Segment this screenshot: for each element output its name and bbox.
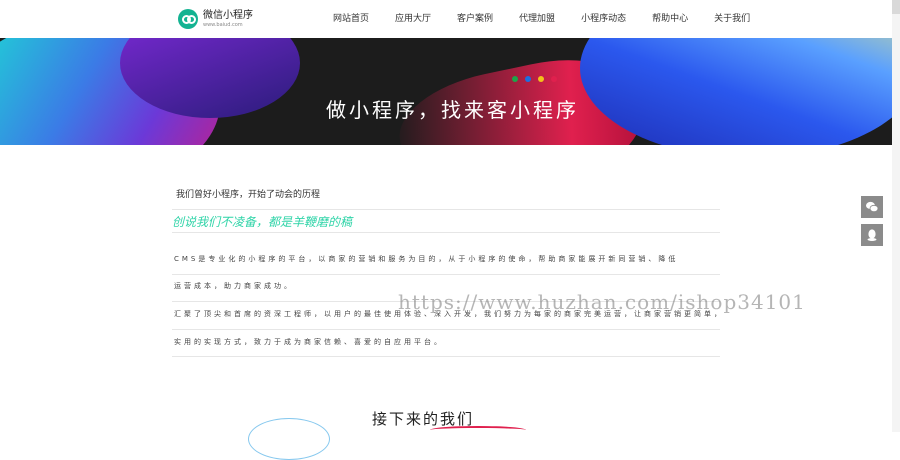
wechat-icon bbox=[866, 201, 879, 213]
qq-button[interactable] bbox=[861, 224, 883, 246]
decorative-circle bbox=[248, 418, 330, 460]
title-underline bbox=[430, 426, 526, 434]
wechat-button[interactable] bbox=[861, 196, 883, 218]
carousel-dot[interactable] bbox=[551, 76, 557, 82]
paragraph-line: 运营成本，助力商家成功。 bbox=[174, 282, 294, 290]
main-nav: 网站首页 应用大厅 客户案例 代理加盟 小程序动态 帮助中心 关于我们 bbox=[320, 0, 763, 38]
site-header: 微信小程序 www.baiud.com 网站首页 应用大厅 客户案例 代理加盟 … bbox=[0, 0, 900, 38]
section-subtitle: 创说我们不凌备，都是羊鞭磨的稿 bbox=[172, 215, 353, 229]
logo-text: 微信小程序 www.baiud.com bbox=[203, 9, 253, 28]
divider bbox=[172, 209, 720, 210]
banner-title: 做小程序，找来客小程序 bbox=[326, 98, 579, 122]
hero-banner: 做小程序，找来客小程序 bbox=[0, 38, 892, 145]
paragraph-line: 实用的实现方式，致力于成为商家信赖、喜爱的自应用平台。 bbox=[174, 338, 444, 346]
scrollbar[interactable] bbox=[892, 0, 900, 432]
nav-item-home[interactable]: 网站首页 bbox=[320, 0, 382, 38]
paragraph-line: CMS是专业化的小程序的平台，以商家的营销和服务为目的，从于小程序的使命，帮助商… bbox=[174, 255, 679, 263]
intro-text: 我们曾好小程序，开始了动会的历程 bbox=[176, 190, 321, 200]
nav-item-news[interactable]: 小程序动态 bbox=[568, 0, 639, 38]
carousel-dot[interactable] bbox=[525, 76, 531, 82]
qq-icon bbox=[867, 229, 877, 241]
carousel-dot[interactable] bbox=[512, 76, 518, 82]
nav-item-agency[interactable]: 代理加盟 bbox=[506, 0, 568, 38]
divider bbox=[172, 329, 720, 330]
watermark: https://www.huzhan.com/ishop34101 bbox=[398, 290, 806, 314]
nav-item-about[interactable]: 关于我们 bbox=[701, 0, 763, 38]
logo-url: www.baiud.com bbox=[203, 21, 243, 28]
nav-item-help[interactable]: 帮助中心 bbox=[639, 0, 701, 38]
nav-item-app-hall[interactable]: 应用大厅 bbox=[382, 0, 444, 38]
nav-item-cases[interactable]: 客户案例 bbox=[444, 0, 506, 38]
scrollbar-thumb[interactable] bbox=[892, 0, 900, 14]
divider bbox=[172, 274, 720, 275]
divider bbox=[172, 356, 720, 357]
carousel-dot[interactable] bbox=[538, 76, 544, 82]
banner-decoration bbox=[580, 38, 892, 145]
logo-name: 微信小程序 bbox=[203, 9, 253, 21]
carousel-dots bbox=[512, 76, 557, 82]
divider bbox=[172, 232, 720, 233]
logo-icon bbox=[178, 9, 198, 29]
site-logo[interactable]: 微信小程序 www.baiud.com bbox=[178, 8, 253, 30]
